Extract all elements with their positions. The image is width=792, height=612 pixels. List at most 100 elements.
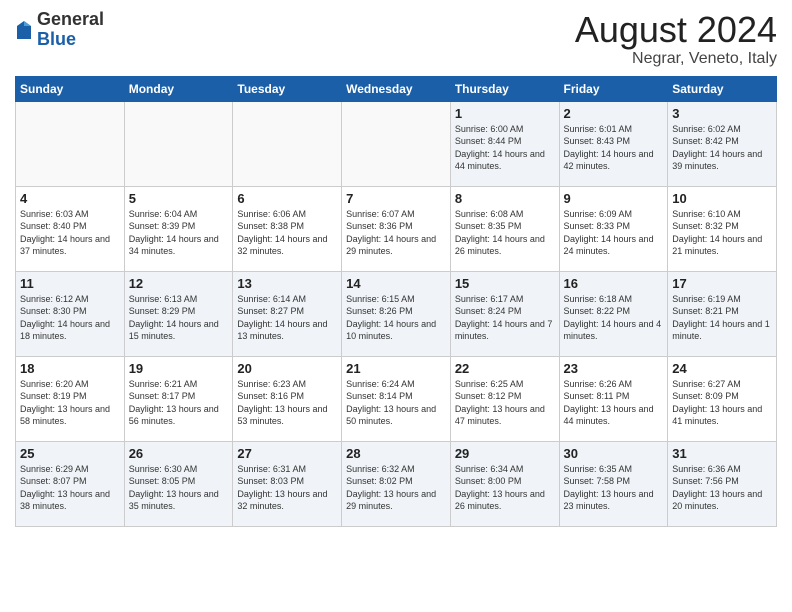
header-cell-monday: Monday — [124, 76, 233, 101]
calendar-cell: 25 Sunrise: 6:29 AMSunset: 8:07 PMDayligh… — [16, 441, 125, 526]
calendar-cell: 13 Sunrise: 6:14 AMSunset: 8:27 PMDayligh… — [233, 271, 342, 356]
day-info: Sunrise: 6:23 AMSunset: 8:16 PMDaylight:… — [237, 378, 337, 428]
day-info: Sunrise: 6:26 AMSunset: 8:11 PMDaylight:… — [564, 378, 664, 428]
day-info: Sunrise: 6:09 AMSunset: 8:33 PMDaylight:… — [564, 208, 664, 258]
calendar-week-1: 1 Sunrise: 6:00 AMSunset: 8:44 PMDaylight… — [16, 101, 777, 186]
calendar-cell — [16, 101, 125, 186]
calendar-cell: 5 Sunrise: 6:04 AMSunset: 8:39 PMDaylight… — [124, 186, 233, 271]
day-number: 4 — [20, 191, 120, 206]
day-number: 26 — [129, 446, 229, 461]
day-info: Sunrise: 6:08 AMSunset: 8:35 PMDaylight:… — [455, 208, 555, 258]
calendar-cell: 28 Sunrise: 6:32 AMSunset: 8:02 PMDayligh… — [342, 441, 451, 526]
day-number: 13 — [237, 276, 337, 291]
calendar-cell: 1 Sunrise: 6:00 AMSunset: 8:44 PMDaylight… — [450, 101, 559, 186]
header-cell-sunday: Sunday — [16, 76, 125, 101]
day-info: Sunrise: 6:00 AMSunset: 8:44 PMDaylight:… — [455, 123, 555, 173]
calendar-week-3: 11 Sunrise: 6:12 AMSunset: 8:30 PMDayligh… — [16, 271, 777, 356]
title-block: August 2024 Negrar, Veneto, Italy — [575, 10, 777, 68]
calendar-body: 1 Sunrise: 6:00 AMSunset: 8:44 PMDaylight… — [16, 101, 777, 526]
calendar-header: SundayMondayTuesdayWednesdayThursdayFrid… — [16, 76, 777, 101]
calendar-cell: 16 Sunrise: 6:18 AMSunset: 8:22 PMDayligh… — [559, 271, 668, 356]
header-cell-tuesday: Tuesday — [233, 76, 342, 101]
calendar-week-2: 4 Sunrise: 6:03 AMSunset: 8:40 PMDaylight… — [16, 186, 777, 271]
day-number: 1 — [455, 106, 555, 121]
day-info: Sunrise: 6:12 AMSunset: 8:30 PMDaylight:… — [20, 293, 120, 343]
day-number: 18 — [20, 361, 120, 376]
day-info: Sunrise: 6:21 AMSunset: 8:17 PMDaylight:… — [129, 378, 229, 428]
day-info: Sunrise: 6:04 AMSunset: 8:39 PMDaylight:… — [129, 208, 229, 258]
day-number: 31 — [672, 446, 772, 461]
calendar-cell: 8 Sunrise: 6:08 AMSunset: 8:35 PMDaylight… — [450, 186, 559, 271]
day-number: 14 — [346, 276, 446, 291]
day-number: 21 — [346, 361, 446, 376]
day-info: Sunrise: 6:07 AMSunset: 8:36 PMDaylight:… — [346, 208, 446, 258]
calendar-cell: 31Sunrise: 6:36 AMSunset: 7:56 PMDayligh… — [668, 441, 777, 526]
day-info: Sunrise: 6:13 AMSunset: 8:29 PMDaylight:… — [129, 293, 229, 343]
calendar-cell: 21 Sunrise: 6:24 AMSunset: 8:14 PMDayligh… — [342, 356, 451, 441]
day-info: Sunrise: 6:30 AMSunset: 8:05 PMDaylight:… — [129, 463, 229, 513]
calendar-cell: 10 Sunrise: 6:10 AMSunset: 8:32 PMDayligh… — [668, 186, 777, 271]
calendar-cell — [124, 101, 233, 186]
calendar-cell: 12 Sunrise: 6:13 AMSunset: 8:29 PMDayligh… — [124, 271, 233, 356]
day-number: 25 — [20, 446, 120, 461]
calendar-cell: 26 Sunrise: 6:30 AMSunset: 8:05 PMDayligh… — [124, 441, 233, 526]
day-info: Sunrise: 6:19 AMSunset: 8:21 PMDaylight:… — [672, 293, 772, 343]
day-number: 10 — [672, 191, 772, 206]
day-number: 24 — [672, 361, 772, 376]
calendar-cell: 6 Sunrise: 6:06 AMSunset: 8:38 PMDaylight… — [233, 186, 342, 271]
calendar-cell — [233, 101, 342, 186]
calendar-cell: 17 Sunrise: 6:19 AMSunset: 8:21 PMDayligh… — [668, 271, 777, 356]
day-number: 16 — [564, 276, 664, 291]
header: General Blue August 2024 Negrar, Veneto,… — [15, 10, 777, 68]
day-number: 27 — [237, 446, 337, 461]
day-number: 23 — [564, 361, 664, 376]
calendar-week-4: 18 Sunrise: 6:20 AMSunset: 8:19 PMDayligh… — [16, 356, 777, 441]
day-info: Sunrise: 6:32 AMSunset: 8:02 PMDaylight:… — [346, 463, 446, 513]
header-cell-saturday: Saturday — [668, 76, 777, 101]
day-info: Sunrise: 6:03 AMSunset: 8:40 PMDaylight:… — [20, 208, 120, 258]
day-info: Sunrise: 6:17 AMSunset: 8:24 PMDaylight:… — [455, 293, 555, 343]
day-number: 7 — [346, 191, 446, 206]
logo: General Blue — [15, 10, 104, 50]
location: Negrar, Veneto, Italy — [575, 50, 777, 68]
day-info: Sunrise: 6:29 AMSunset: 8:07 PMDaylight:… — [20, 463, 120, 513]
logo-blue: Blue — [37, 30, 104, 50]
calendar-week-5: 25 Sunrise: 6:29 AMSunset: 8:07 PMDayligh… — [16, 441, 777, 526]
logo-icon — [15, 19, 33, 41]
month-title: August 2024 — [575, 10, 777, 50]
day-info: Sunrise: 6:10 AMSunset: 8:32 PMDaylight:… — [672, 208, 772, 258]
day-number: 29 — [455, 446, 555, 461]
header-cell-wednesday: Wednesday — [342, 76, 451, 101]
day-number: 9 — [564, 191, 664, 206]
day-number: 3 — [672, 106, 772, 121]
day-number: 12 — [129, 276, 229, 291]
day-number: 8 — [455, 191, 555, 206]
day-info: Sunrise: 6:20 AMSunset: 8:19 PMDaylight:… — [20, 378, 120, 428]
calendar-cell: 4 Sunrise: 6:03 AMSunset: 8:40 PMDaylight… — [16, 186, 125, 271]
day-info: Sunrise: 6:06 AMSunset: 8:38 PMDaylight:… — [237, 208, 337, 258]
calendar-cell: 29 Sunrise: 6:34 AMSunset: 8:00 PMDayligh… — [450, 441, 559, 526]
day-info: Sunrise: 6:15 AMSunset: 8:26 PMDaylight:… — [346, 293, 446, 343]
calendar-cell: 11 Sunrise: 6:12 AMSunset: 8:30 PMDayligh… — [16, 271, 125, 356]
day-number: 19 — [129, 361, 229, 376]
day-number: 28 — [346, 446, 446, 461]
day-info: Sunrise: 6:24 AMSunset: 8:14 PMDaylight:… — [346, 378, 446, 428]
calendar-cell: 14 Sunrise: 6:15 AMSunset: 8:26 PMDayligh… — [342, 271, 451, 356]
header-cell-friday: Friday — [559, 76, 668, 101]
day-info: Sunrise: 6:02 AMSunset: 8:42 PMDaylight:… — [672, 123, 772, 173]
calendar-cell: 30Sunrise: 6:35 AMSunset: 7:58 PMDayligh… — [559, 441, 668, 526]
day-info: Sunrise: 6:14 AMSunset: 8:27 PMDaylight:… — [237, 293, 337, 343]
day-number: 11 — [20, 276, 120, 291]
calendar-cell: 20Sunrise: 6:23 AMSunset: 8:16 PMDayligh… — [233, 356, 342, 441]
header-row: SundayMondayTuesdayWednesdayThursdayFrid… — [16, 76, 777, 101]
day-info: Sunrise: 6:31 AMSunset: 8:03 PMDaylight:… — [237, 463, 337, 513]
calendar-cell: 15Sunrise: 6:17 AMSunset: 8:24 PMDayligh… — [450, 271, 559, 356]
day-info: Sunrise: 6:27 AMSunset: 8:09 PMDaylight:… — [672, 378, 772, 428]
day-info: Sunrise: 6:01 AMSunset: 8:43 PMDaylight:… — [564, 123, 664, 173]
day-number: 17 — [672, 276, 772, 291]
day-info: Sunrise: 6:18 AMSunset: 8:22 PMDaylight:… — [564, 293, 664, 343]
day-number: 30 — [564, 446, 664, 461]
day-number: 5 — [129, 191, 229, 206]
day-info: Sunrise: 6:34 AMSunset: 8:00 PMDaylight:… — [455, 463, 555, 513]
day-number: 6 — [237, 191, 337, 206]
